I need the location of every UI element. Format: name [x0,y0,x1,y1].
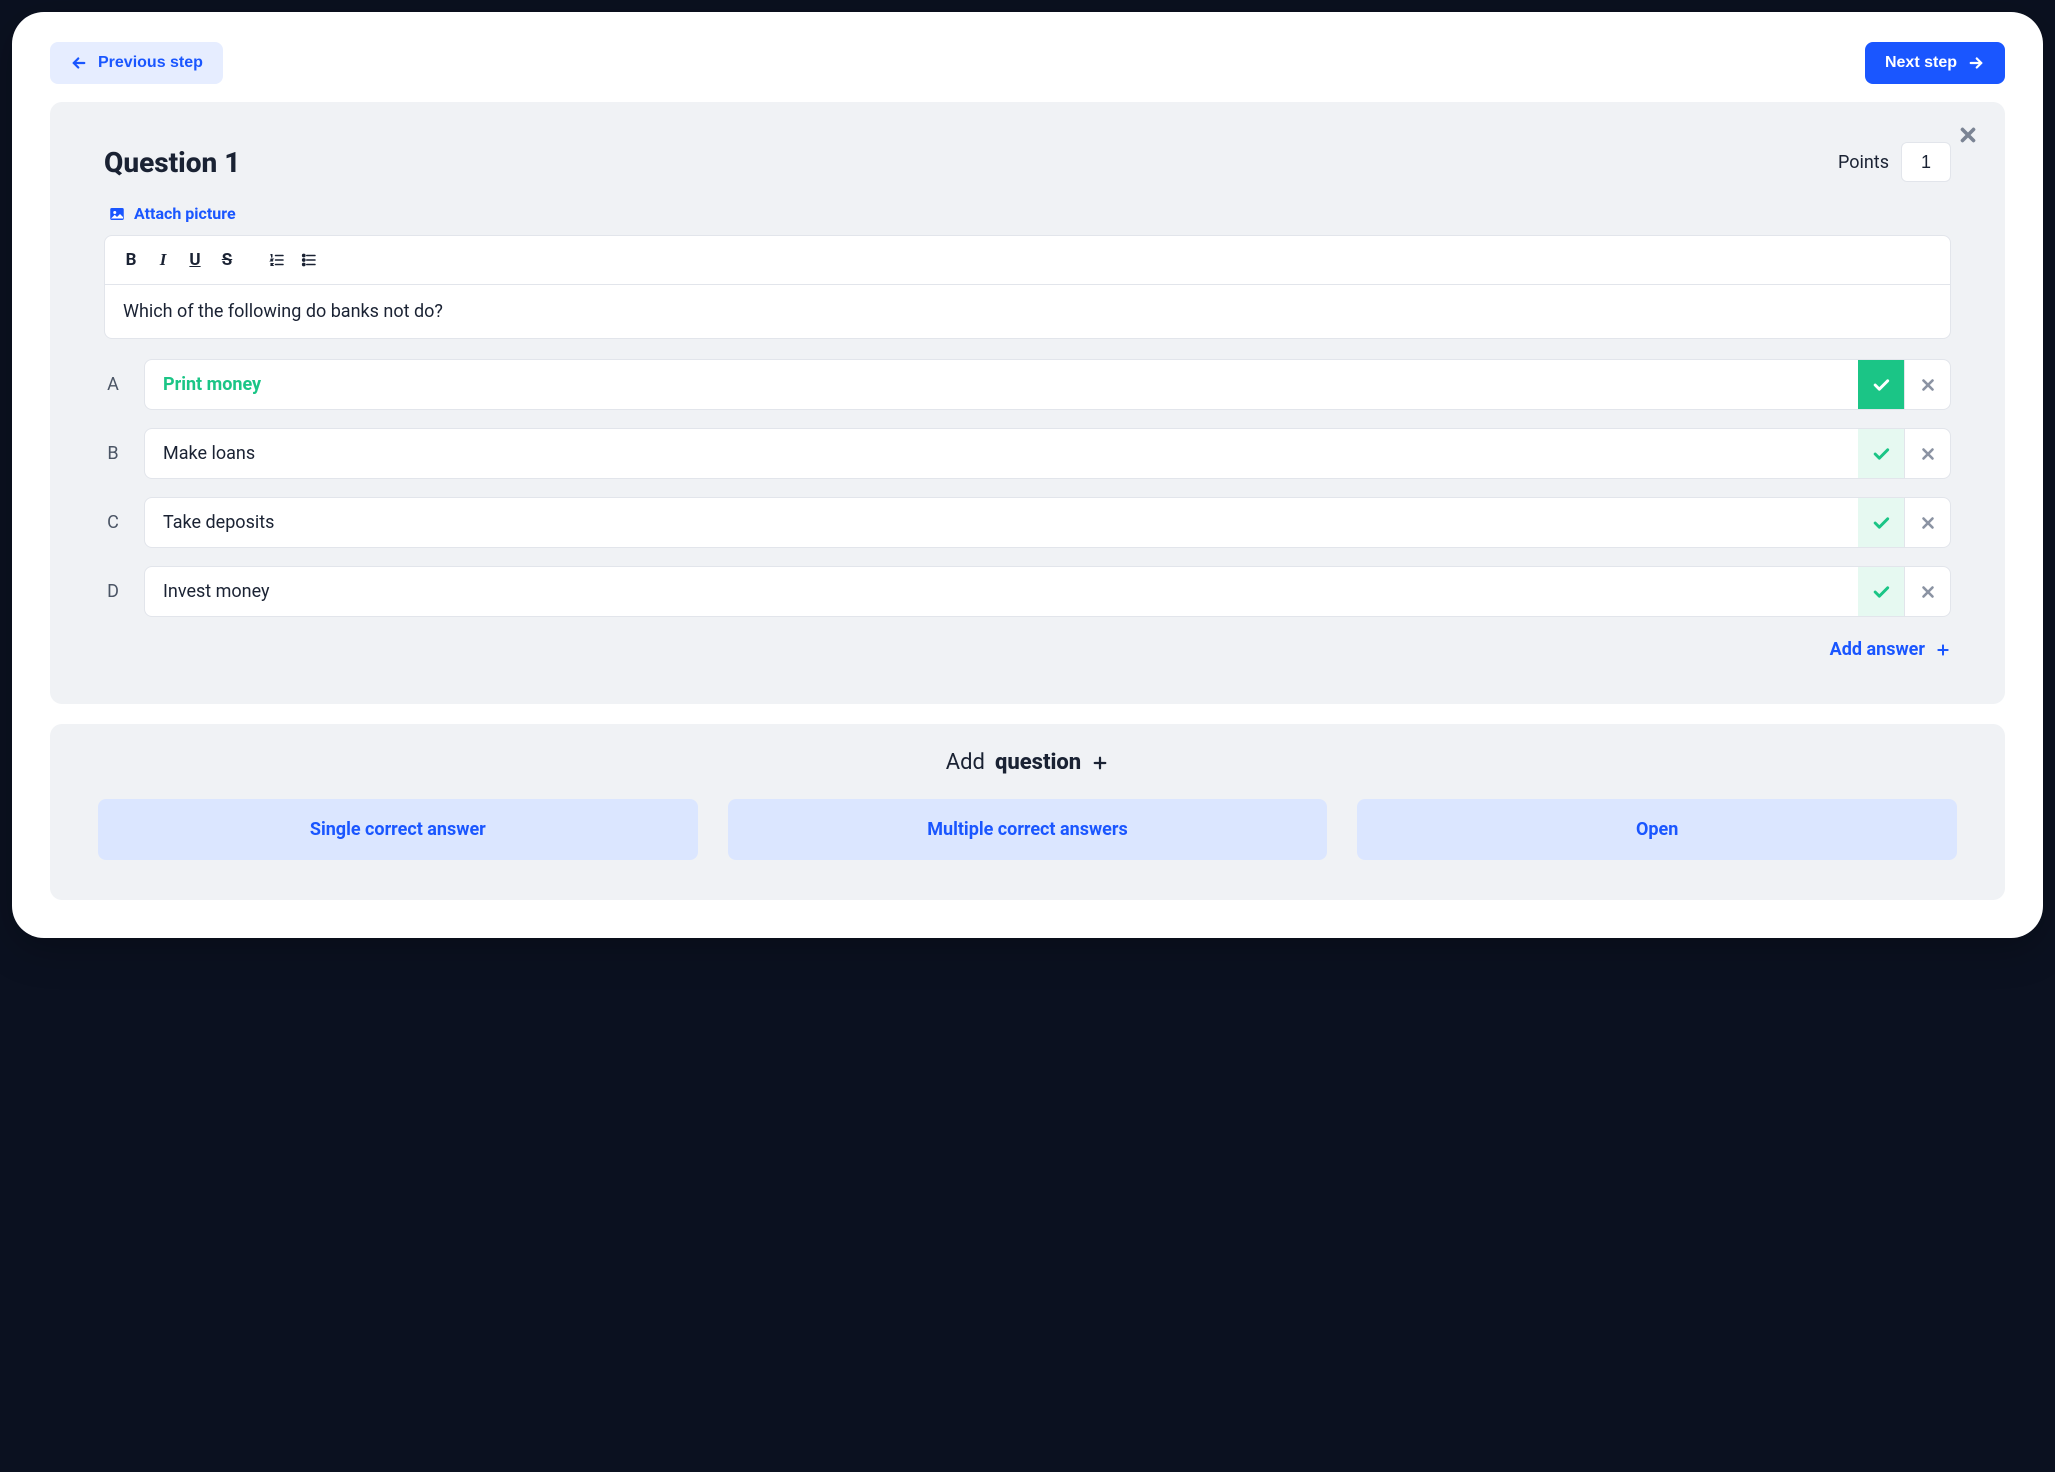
question-text-input[interactable]: Which of the following do banks not do? [105,285,1950,338]
answer-row: A Print money [104,359,1951,410]
next-step-label: Next step [1885,54,1957,72]
add-question-bold: question [995,750,1081,775]
plus-icon [1091,754,1109,772]
question-header: Question 1 Points [104,142,1951,182]
answer-actions [1858,360,1950,409]
delete-answer-button[interactable] [1904,429,1950,478]
unordered-list-button[interactable] [295,246,323,274]
close-icon [1919,583,1937,601]
question-panel: Question 1 Points Attach picture B I U S [50,102,2005,704]
mark-correct-button[interactable] [1858,429,1904,478]
close-panel-button[interactable] [1957,124,1979,150]
attach-picture-label: Attach picture [134,204,236,223]
mark-correct-button[interactable] [1858,567,1904,616]
question-editor: B I U S Which of the following do banks … [104,235,1951,339]
points-label: Points [1838,152,1889,173]
close-icon [1919,514,1937,532]
answer-row: B Make loans [104,428,1951,479]
answer-actions [1858,567,1950,616]
question-type-row: Single correct answer Multiple correct a… [98,799,1957,860]
attach-picture-button[interactable]: Attach picture [108,204,236,223]
answer-letter: C [104,512,122,533]
answer-text-input[interactable]: Make loans [145,429,1858,478]
check-icon [1871,513,1891,533]
unordered-list-icon [300,251,318,269]
multiple-correct-button[interactable]: Multiple correct answers [728,799,1328,860]
add-answer-label: Add answer [1830,639,1925,660]
add-question-panel: Add question Single correct answer Multi… [50,724,2005,900]
answer-letter: A [104,374,122,395]
answer-box: Print money [144,359,1951,410]
next-step-button[interactable]: Next step [1865,42,2005,84]
answer-actions [1858,429,1950,478]
close-icon [1919,376,1937,394]
previous-step-label: Previous step [98,54,203,72]
check-icon [1871,582,1891,602]
add-question-prefix: Add [946,750,985,775]
mark-correct-button[interactable] [1858,498,1904,547]
strike-button[interactable]: S [213,246,241,274]
ordered-list-button[interactable] [263,246,291,274]
answer-box: Invest money [144,566,1951,617]
add-answer-row: Add answer [104,639,1951,660]
delete-answer-button[interactable] [1904,498,1950,547]
delete-answer-button[interactable] [1904,360,1950,409]
arrow-left-icon [70,54,88,72]
previous-step-button[interactable]: Previous step [50,42,223,84]
app-window: Previous step Next step Question 1 Point… [12,12,2043,938]
answers-list: A Print money B Make loans C Take deposits D In… [104,359,1951,617]
underline-button[interactable]: U [181,246,209,274]
answer-actions [1858,498,1950,547]
question-title: Question 1 [104,146,240,179]
topbar: Previous step Next step [50,42,2005,84]
open-question-button[interactable]: Open [1357,799,1957,860]
delete-answer-button[interactable] [1904,567,1950,616]
image-icon [108,205,126,223]
check-icon [1871,375,1891,395]
add-question-header[interactable]: Add question [98,750,1957,775]
points-group: Points [1838,142,1951,182]
editor-toolbar: B I U S [105,236,1950,285]
italic-button[interactable]: I [149,246,177,274]
answer-text-input[interactable]: Print money [145,360,1858,409]
arrow-right-icon [1967,54,1985,72]
close-icon [1957,124,1979,146]
answer-row: D Invest money [104,566,1951,617]
answer-text-input[interactable]: Take deposits [145,498,1858,547]
bold-button[interactable]: B [117,246,145,274]
points-input[interactable] [1901,142,1951,182]
close-icon [1919,445,1937,463]
answer-row: C Take deposits [104,497,1951,548]
answer-text-input[interactable]: Invest money [145,567,1858,616]
answer-box: Take deposits [144,497,1951,548]
plus-icon [1935,642,1951,658]
ordered-list-icon [268,251,286,269]
answer-letter: B [104,443,122,464]
add-answer-button[interactable]: Add answer [1830,639,1951,660]
mark-correct-button[interactable] [1858,360,1904,409]
answer-letter: D [104,581,122,602]
single-correct-button[interactable]: Single correct answer [98,799,698,860]
check-icon [1871,444,1891,464]
answer-box: Make loans [144,428,1951,479]
